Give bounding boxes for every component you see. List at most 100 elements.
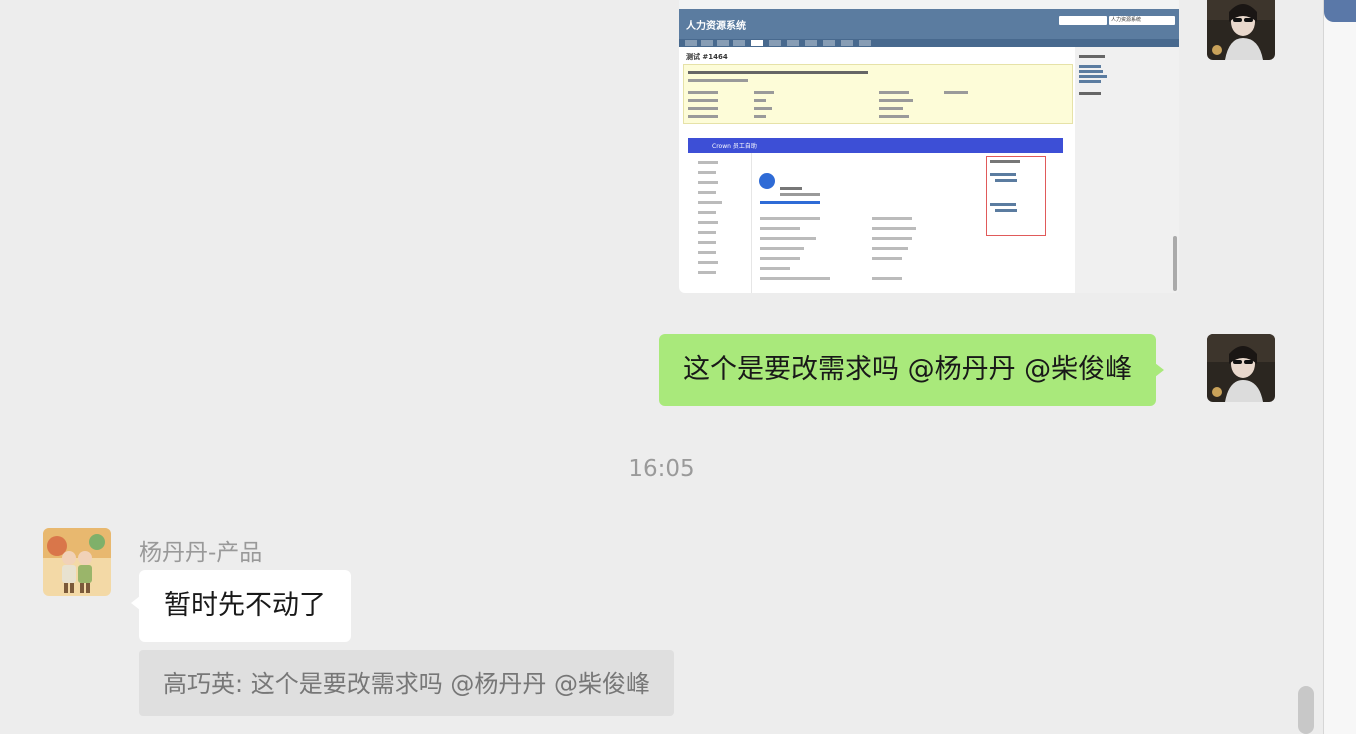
screenshot-text-line [698,161,718,164]
screenshot-text-line [1079,75,1107,78]
screenshot-profile-avatar [759,173,775,189]
screenshot-text-line [754,91,774,94]
chat-panel: 人力资源系统 人力资源系统 测试 #1464 Crown 员工自助 这个是要改需… [0,0,1323,734]
screenshot-text-line [698,171,716,174]
screenshot-text-line [780,193,820,196]
screenshot-text-line [698,211,716,214]
screenshot-highlight-box [986,156,1046,236]
screenshot-tab [717,40,729,46]
user-avatar-icon[interactable] [1207,334,1275,402]
screenshot-system-title: 人力资源系统 [686,21,746,32]
screenshot-text-line [754,115,766,118]
screenshot-tab [769,40,781,46]
screenshot-text-line [698,261,718,264]
screenshot-text-line [760,217,820,220]
right-panel-header [1324,0,1356,22]
screenshot-text-line [1079,92,1101,95]
screenshot-crown-nav: Crown 员工自助 [688,138,1063,153]
sender-name: 杨丹丹-产品 [139,540,263,566]
screenshot-text-line [1079,80,1101,83]
screenshot-text-line [1079,65,1101,68]
outgoing-message-bubble[interactable]: 这个是要改需求吗 @杨丹丹 @柴俊峰 [659,334,1165,406]
screenshot-text-line [872,237,912,240]
screenshot-text-line [760,257,800,260]
screenshot-text-line [698,191,716,194]
screenshot-text-line [698,231,716,234]
screenshot-header: 人力资源系统 人力资源系统 [679,9,1179,39]
screenshot-text-line [688,79,748,82]
user-avatar-image [1207,334,1275,402]
screenshot-text-line [944,91,968,94]
screenshot-text-line [879,115,909,118]
screenshot-app-name: Crown 员工自助 [712,143,757,150]
screenshot-text-line [872,217,912,220]
screenshot-text-line [688,71,868,74]
outgoing-message-text: 这个是要改需求吗 @杨丹丹 @柴俊峰 [683,354,1133,385]
screenshot-project-select: 人力资源系统 [1109,16,1175,25]
screenshot-issue-details [683,64,1073,124]
sender-avatar-icon[interactable] [43,528,111,596]
screenshot-text-line [990,203,1016,206]
screenshot-text-line [1079,70,1103,73]
screenshot-text-line [688,91,718,94]
sender-avatar-image [43,528,111,596]
screenshot-tab [701,40,713,46]
screenshot-text-line [872,277,902,280]
right-panel-edge [1323,0,1356,734]
screenshot-text-line [990,173,1016,176]
screenshot-text-line [698,271,716,274]
user-avatar-icon[interactable] [1207,0,1275,60]
screenshot-tab-active [751,40,763,46]
screenshot-text-line [879,99,913,102]
screenshot-text-line [872,247,908,250]
screenshot-scrollbar [1173,236,1177,291]
user-avatar-image [1207,0,1275,60]
screenshot-search-box [1059,16,1107,25]
screenshot-tab [787,40,799,46]
screenshot-text-line [754,107,772,110]
incoming-message-bubble[interactable]: 暂时先不动了 [131,570,351,642]
quoted-message-text: 高巧英: 这个是要改需求吗 @杨丹丹 @柴俊峰 [163,670,650,698]
screenshot-text-line [754,99,766,102]
incoming-message-text: 暂时先不动了 [164,590,326,621]
screenshot-tab [823,40,835,46]
screenshot-browser-bar [679,0,1179,9]
screenshot-text-line [760,237,816,240]
screenshot-text-line [688,107,718,110]
screenshot-text-line [1079,55,1105,58]
screenshot-right-sidebar [1075,47,1179,293]
screenshot-text-line [995,209,1017,212]
screenshot-tab [733,40,745,46]
screenshot-tab [685,40,697,46]
screenshot-text-line [879,91,909,94]
screenshot-crown-menu [688,153,752,293]
screenshot-text-line [760,267,790,270]
screenshot-text-line [872,257,902,260]
screenshot-tab [841,40,853,46]
screenshot-text-line [760,227,800,230]
screenshot-text-line [760,277,830,280]
screenshot-text-line [698,251,716,254]
screenshot-text-line [698,241,716,244]
screenshot-text-line [698,201,722,204]
screenshot-tab [805,40,817,46]
screenshot-text-line [990,160,1020,163]
screenshot-text-line [760,201,820,204]
quoted-message[interactable]: 高巧英: 这个是要改需求吗 @杨丹丹 @柴俊峰 [139,650,674,716]
screenshot-text-line [698,181,718,184]
screenshot-text-line [872,227,916,230]
screenshot-text-line [760,247,804,250]
message-timestamp: 16:05 [628,456,695,482]
screenshot-text-line [688,99,718,102]
screenshot-crown-profile [752,153,982,293]
chat-scrollbar[interactable] [1298,686,1314,734]
screenshot-tab [859,40,871,46]
screenshot-image-message[interactable]: 人力资源系统 人力资源系统 测试 #1464 Crown 员工自助 [679,0,1179,293]
screenshot-text-line [780,187,802,190]
screenshot-text-line [995,179,1017,182]
screenshot-text-line [879,107,903,110]
screenshot-issue-title: 测试 #1464 [686,53,728,61]
screenshot-text-line [698,221,718,224]
screenshot-text-line [688,115,718,118]
screenshot-tab-bar [679,39,1179,47]
